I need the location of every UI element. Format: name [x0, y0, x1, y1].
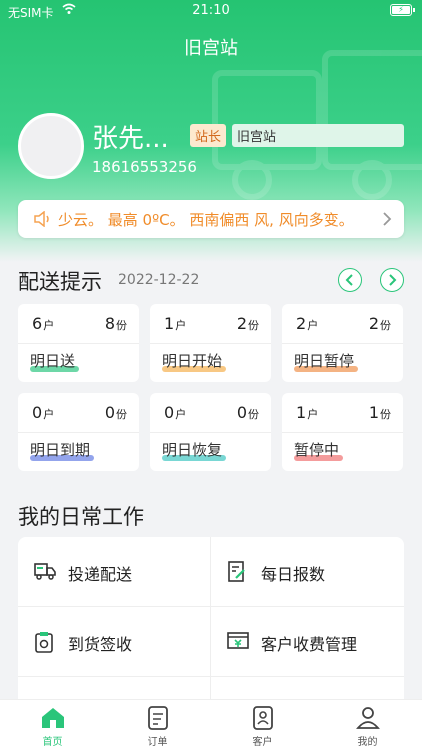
portion-count: 1份 — [368, 403, 391, 422]
chevron-right-icon — [383, 212, 392, 226]
sign-icon — [35, 632, 53, 653]
role-badge: 站长 — [190, 124, 227, 147]
truck-icon — [34, 563, 56, 580]
portion-count: 0份 — [236, 403, 259, 422]
card-label: 明日到期 — [30, 441, 91, 459]
page-title: 旧宫站 — [184, 38, 238, 59]
chevron-left-icon — [345, 274, 353, 286]
home-icon — [42, 708, 64, 728]
billing-icon — [227, 632, 249, 649]
household-count: 0户 — [164, 403, 187, 422]
work-panel: 投递配送 每日报数 到货签收 客户收费管理 — [18, 537, 404, 707]
work-item-delivery[interactable]: 投递配送 — [18, 537, 211, 607]
work-item-daily-report[interactable]: 每日报数 — [211, 537, 404, 607]
delivery-card[interactable]: 6户 8份明日送 — [18, 304, 139, 382]
card-label: 明日开始 — [162, 352, 223, 370]
household-count: 2户 — [296, 314, 319, 333]
user-name: 张先... — [92, 124, 169, 154]
card-label: 明日送 — [30, 352, 76, 370]
work-item-receipt[interactable]: 到货签收 — [18, 607, 211, 677]
delivery-card[interactable]: 1户 1份暂停中 — [282, 393, 403, 471]
work-section-title: 我的日常工作 — [18, 505, 144, 529]
clock: 21:10 — [192, 3, 230, 18]
card-label: 明日恢复 — [162, 441, 223, 459]
tab-label: 客户 — [252, 737, 273, 748]
speaker-icon — [34, 211, 49, 227]
portion-count: 0份 — [104, 403, 127, 422]
card-label: 明日暂停 — [294, 352, 355, 370]
next-date-button[interactable] — [380, 268, 404, 292]
avatar[interactable] — [18, 113, 84, 179]
work-item-label: 到货签收 — [68, 635, 133, 654]
status-bar: 无SIM卡 21:10 ⚡ — [0, 0, 422, 22]
tab-label: 我的 — [357, 737, 378, 748]
delivery-card[interactable]: 0户 0份明日到期 — [18, 393, 139, 471]
delivery-card[interactable]: 2户 2份明日暂停 — [282, 304, 403, 382]
tab-mine[interactable]: 我的 — [315, 700, 420, 750]
card-divider — [18, 343, 139, 344]
tab-home[interactable]: 首页 — [0, 700, 105, 750]
profile-icon — [356, 707, 380, 729]
tab-orders[interactable]: 订单 — [105, 700, 210, 750]
delivery-card[interactable]: 1户 2份明日开始 — [150, 304, 271, 382]
customer-icon — [253, 706, 273, 730]
household-count: 0户 — [32, 403, 55, 422]
work-item-billing[interactable]: 客户收费管理 — [211, 607, 404, 677]
weather-text: 少云。 最高 0ºC。 西南偏西 风, 风向多变。 — [58, 211, 354, 229]
delivery-section-title: 配送提示 — [18, 270, 102, 294]
portion-count: 2份 — [368, 314, 391, 333]
phone-number: 18616553256 — [92, 158, 197, 176]
card-divider — [150, 432, 271, 433]
tab-label: 订单 — [147, 737, 168, 748]
work-item-label: 投递配送 — [68, 565, 133, 584]
work-item-label: 客户收费管理 — [261, 635, 358, 654]
delivery-date: 2022-12-22 — [118, 272, 200, 288]
report-icon — [228, 561, 245, 582]
tab-bar: 首页 订单 客户 我的 — [0, 699, 422, 750]
delivery-card[interactable]: 0户 0份明日恢复 — [150, 393, 271, 471]
battery-icon: ⚡ — [390, 4, 415, 16]
household-count: 1户 — [164, 314, 187, 333]
tab-label: 首页 — [42, 737, 63, 748]
card-divider — [282, 432, 403, 433]
station-tag: 旧宫站 — [232, 124, 404, 147]
tab-customers[interactable]: 客户 — [210, 700, 315, 750]
household-count: 6户 — [32, 314, 55, 333]
card-label: 暂停中 — [294, 441, 340, 459]
card-divider — [282, 343, 403, 344]
household-count: 1户 — [296, 403, 319, 422]
portion-count: 8份 — [104, 314, 127, 333]
work-item-label: 每日报数 — [261, 565, 326, 584]
chevron-right-icon — [389, 274, 397, 286]
card-divider — [18, 432, 139, 433]
weather-notice[interactable]: 少云。 最高 0ºC。 西南偏西 风, 风向多变。 — [18, 200, 404, 238]
portion-count: 2份 — [236, 314, 259, 333]
order-icon — [148, 706, 168, 730]
prev-date-button[interactable] — [338, 268, 362, 292]
card-divider — [150, 343, 271, 344]
